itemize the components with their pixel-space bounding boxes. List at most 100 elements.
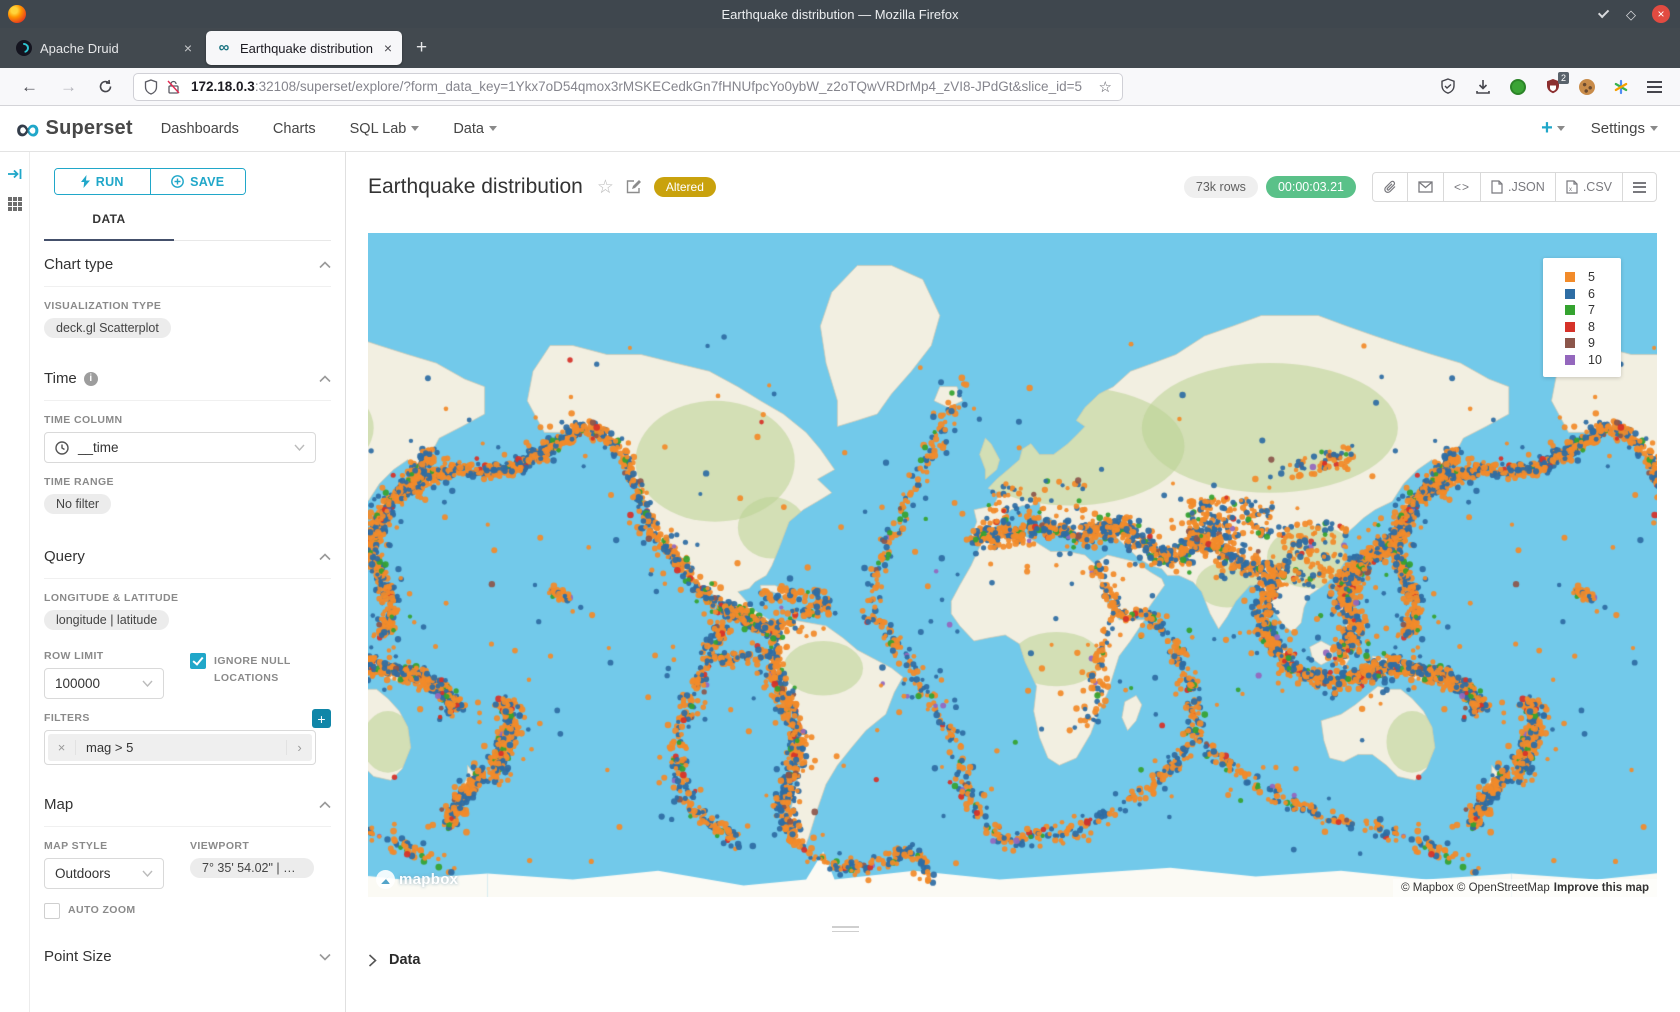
favorite-star-icon[interactable]: ☆ bbox=[597, 176, 614, 199]
shield-permissions-icon[interactable] bbox=[144, 79, 158, 95]
close-window-icon[interactable]: × bbox=[1652, 5, 1670, 23]
altered-badge[interactable]: Altered bbox=[654, 177, 716, 197]
browser-menu-icon[interactable] bbox=[1647, 81, 1662, 93]
run-button[interactable]: RUN bbox=[55, 169, 150, 194]
bolt-icon bbox=[81, 175, 90, 188]
save-button[interactable]: SAVE bbox=[150, 169, 246, 194]
superset-favicon-icon: ∞ bbox=[216, 40, 232, 56]
window-titlebar: Earthquake distribution — Mozilla Firefo… bbox=[0, 0, 1680, 28]
plus-circle-icon bbox=[171, 175, 184, 188]
viewport-value[interactable]: 7° 35' 54.02" | 31... bbox=[190, 858, 314, 878]
paperclip-icon bbox=[1383, 180, 1397, 194]
tab-label: Apache Druid bbox=[40, 41, 178, 56]
new-item-button[interactable]: + bbox=[1541, 117, 1565, 140]
superset-logo[interactable]: ∞ Superset bbox=[16, 114, 133, 144]
filter-item[interactable]: × mag > 5 › bbox=[48, 734, 312, 761]
settings-menu[interactable]: Settings bbox=[1591, 120, 1658, 137]
section-map[interactable]: Map bbox=[44, 781, 331, 826]
tab-close-icon[interactable]: × bbox=[384, 40, 392, 56]
row-count-badge: 73k rows bbox=[1184, 176, 1258, 198]
filter-expression: mag > 5 bbox=[76, 740, 286, 755]
nav-data[interactable]: Data bbox=[453, 121, 497, 137]
file-csv-icon: x bbox=[1566, 180, 1578, 194]
embed-code-button[interactable]: <> bbox=[1443, 173, 1480, 201]
new-tab-button[interactable]: + bbox=[404, 37, 439, 59]
svg-text:x: x bbox=[1569, 187, 1572, 193]
chevron-right-icon[interactable]: › bbox=[286, 740, 312, 755]
reload-icon[interactable] bbox=[98, 79, 113, 94]
viz-type-value[interactable]: deck.gl Scatterplot bbox=[44, 318, 171, 338]
data-panel-toggle[interactable]: Data bbox=[368, 952, 420, 968]
tab-label: Earthquake distribution bbox=[240, 41, 378, 56]
export-json-button[interactable]: .JSON bbox=[1480, 173, 1555, 201]
map-style-select[interactable]: Outdoors bbox=[44, 858, 164, 889]
section-query[interactable]: Query bbox=[44, 533, 331, 578]
maximize-icon[interactable]: ◇ bbox=[1626, 8, 1636, 21]
remove-filter-icon[interactable]: × bbox=[48, 740, 76, 755]
chevron-up-icon bbox=[319, 553, 331, 561]
tab-earthquake-distribution[interactable]: ∞ Earthquake distribution × bbox=[206, 31, 402, 65]
infinity-logo-icon: ∞ bbox=[16, 114, 40, 144]
bookmark-star-icon[interactable]: ☆ bbox=[1099, 78, 1112, 96]
tab-data[interactable]: DATA bbox=[44, 212, 174, 226]
tab-close-icon[interactable]: × bbox=[184, 40, 192, 56]
section-point-size[interactable]: Point Size bbox=[44, 933, 331, 978]
legend-value: 7 bbox=[1588, 303, 1595, 317]
back-button[interactable]: ← bbox=[10, 77, 49, 97]
attribution-text: © Mapbox © OpenStreetMap bbox=[1401, 882, 1550, 894]
map-canvas[interactable] bbox=[368, 233, 1657, 897]
legend-value: 6 bbox=[1588, 287, 1595, 301]
improve-map-link[interactable]: Improve this map bbox=[1554, 882, 1649, 894]
extension-pinwheel-icon[interactable] bbox=[1612, 78, 1630, 96]
extension-badge: 2 bbox=[1558, 72, 1569, 84]
mapbox-logo-text: mapbox bbox=[399, 871, 458, 888]
ignore-null-checkbox[interactable] bbox=[190, 653, 206, 669]
time-range-value[interactable]: No filter bbox=[44, 494, 111, 514]
panel-resize-handle[interactable] bbox=[832, 926, 859, 935]
menu-icon bbox=[1633, 182, 1646, 193]
legend-value: 5 bbox=[1588, 270, 1595, 284]
section-chart-type[interactable]: Chart type bbox=[44, 241, 331, 286]
nav-dashboards[interactable]: Dashboards bbox=[161, 121, 239, 137]
row-limit-select[interactable]: 100000 bbox=[44, 668, 164, 699]
download-icon[interactable] bbox=[1474, 78, 1492, 96]
nav-sql-lab[interactable]: SQL Lab bbox=[350, 121, 420, 137]
edit-properties-icon[interactable] bbox=[626, 179, 642, 195]
tab-apache-druid[interactable]: Apache Druid × bbox=[6, 31, 202, 65]
lonlat-value[interactable]: longitude | latitude bbox=[44, 610, 169, 630]
chevron-down-icon bbox=[319, 953, 331, 961]
expand-panel-icon[interactable] bbox=[7, 166, 23, 182]
datasource-grid-icon[interactable] bbox=[7, 196, 23, 212]
forward-button[interactable]: → bbox=[49, 77, 88, 97]
brand-name: Superset bbox=[46, 117, 133, 140]
extension-ghostery-icon[interactable] bbox=[1509, 78, 1527, 96]
time-column-select[interactable]: __time bbox=[44, 432, 316, 463]
add-filter-button[interactable]: + bbox=[312, 709, 331, 728]
insecure-lock-icon[interactable] bbox=[166, 79, 181, 95]
auto-zoom-label: AUTO ZOOM bbox=[68, 902, 136, 919]
chart-menu-button[interactable] bbox=[1622, 173, 1656, 201]
auto-zoom-checkbox[interactable] bbox=[44, 903, 60, 919]
legend-swatch bbox=[1565, 355, 1575, 365]
legend-swatch bbox=[1565, 305, 1575, 315]
chevron-down-icon bbox=[294, 444, 305, 451]
url-bar[interactable]: 172.18.0.3 :32108/superset/explore/?form… bbox=[133, 73, 1123, 101]
section-time[interactable]: Time i bbox=[44, 355, 331, 400]
application-window: Earthquake distribution — Mozilla Firefo… bbox=[0, 0, 1680, 1012]
export-csv-button[interactable]: x .CSV bbox=[1555, 173, 1622, 201]
envelope-icon bbox=[1418, 181, 1433, 193]
email-button[interactable] bbox=[1407, 173, 1443, 201]
filter-container: × mag > 5 › bbox=[44, 730, 316, 765]
tab-ink-bar bbox=[44, 239, 174, 241]
chevron-down-icon bbox=[142, 680, 153, 687]
extension-ublock-icon[interactable]: 2 bbox=[1544, 78, 1562, 96]
legend-value: 8 bbox=[1588, 320, 1595, 334]
nav-charts[interactable]: Charts bbox=[273, 121, 316, 137]
deckgl-scatter-map[interactable]: 5 6 7 8 9 10 mapbox © Mapbox © OpenStree… bbox=[368, 233, 1657, 897]
mapbox-logo[interactable]: mapbox bbox=[376, 870, 458, 889]
minimize-icon[interactable] bbox=[1598, 7, 1609, 18]
viz-type-label: VISUALIZATION TYPE bbox=[44, 300, 331, 312]
copy-link-button[interactable] bbox=[1373, 173, 1407, 201]
pocket-shield-icon[interactable] bbox=[1439, 78, 1457, 96]
extension-cookie-icon[interactable] bbox=[1579, 79, 1595, 95]
